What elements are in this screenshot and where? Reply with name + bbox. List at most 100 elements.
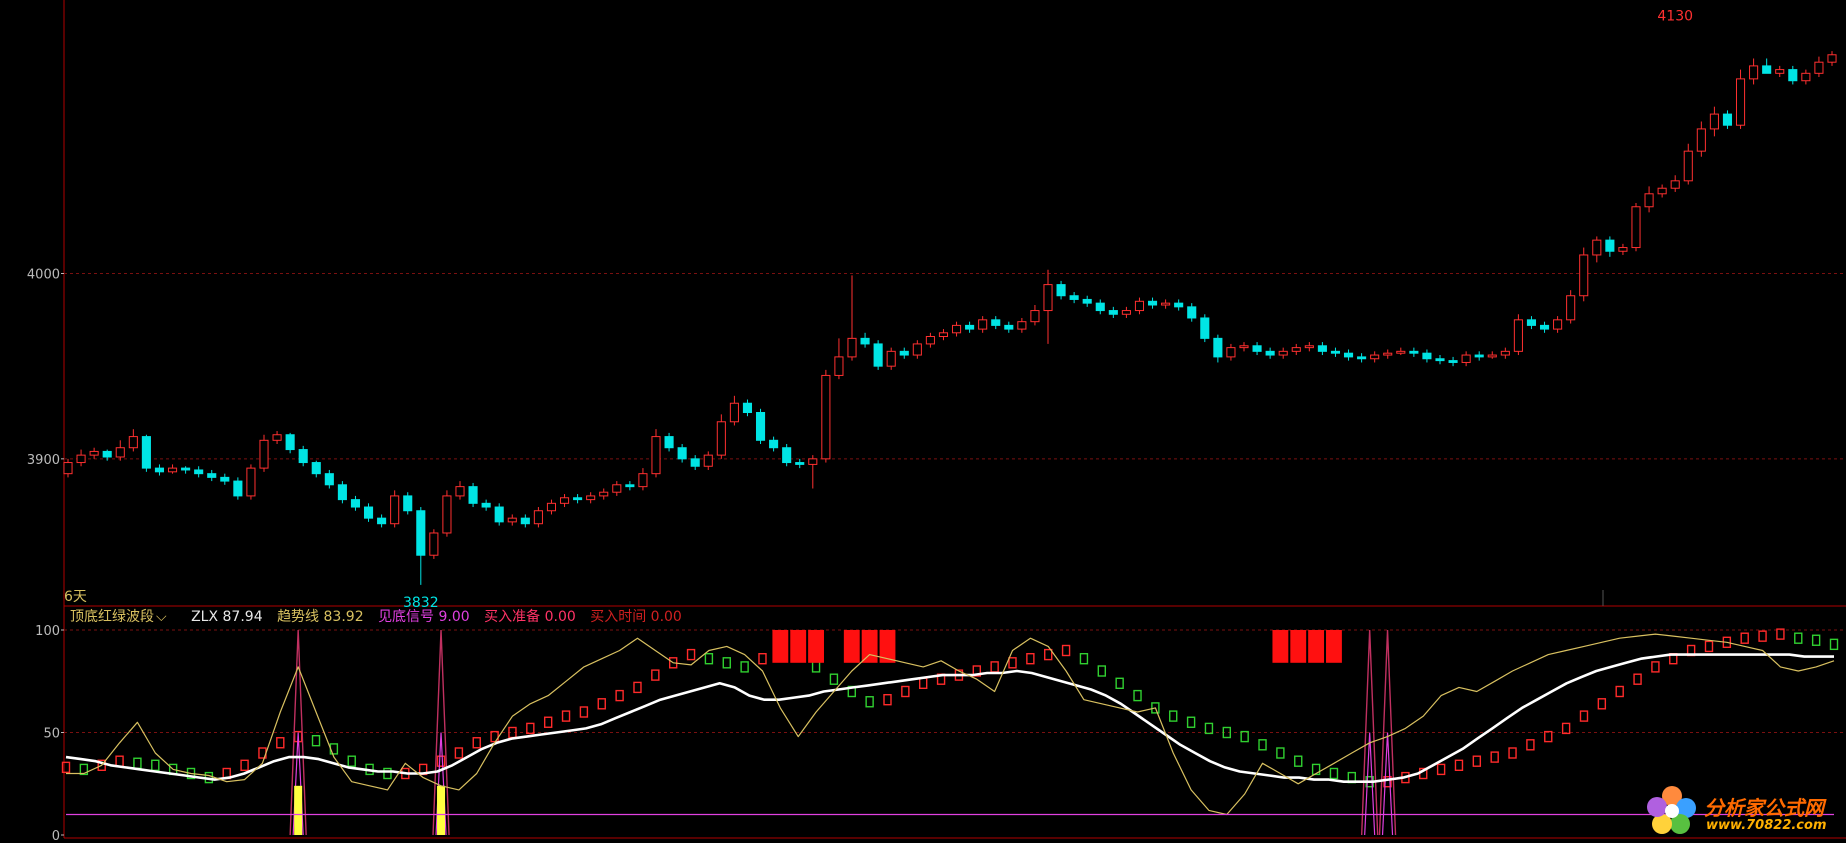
candlestick-series[interactable] — [63, 51, 1837, 585]
legend-buy-ready-label: 买入准备 — [484, 609, 541, 625]
candle-body — [128, 436, 138, 449]
band-segment — [383, 767, 392, 780]
candle-body — [507, 517, 517, 523]
candle-body — [141, 436, 151, 469]
band-segment — [722, 657, 731, 669]
top-signal-bar — [772, 630, 789, 663]
candle-body — [546, 502, 557, 512]
band-segment — [543, 716, 553, 728]
candle-body — [115, 447, 125, 458]
candle-body — [1304, 345, 1314, 349]
candle-body — [1566, 295, 1576, 321]
chart-canvas: 3900400041303832 050100 — [27, 0, 1846, 843]
candle-body — [181, 467, 191, 471]
candle-body — [638, 473, 648, 488]
candle-body — [533, 510, 543, 525]
band-segment — [1329, 767, 1339, 780]
candle-body — [1605, 239, 1615, 252]
band-segment — [1186, 716, 1196, 728]
candle-body — [1200, 317, 1210, 339]
candle-body — [1265, 350, 1275, 356]
candle-body — [1696, 128, 1706, 152]
candle-body — [1670, 180, 1680, 189]
band-segment — [472, 737, 481, 749]
candle-body — [860, 337, 870, 345]
top-signal-bar — [1326, 630, 1342, 663]
candle-body — [612, 484, 622, 493]
candle-body — [1618, 247, 1628, 252]
candle-body — [716, 421, 726, 456]
top-signal-bar — [843, 630, 860, 663]
candle-body — [1435, 358, 1445, 362]
band-segment — [1758, 630, 1767, 642]
band-segment — [561, 710, 571, 722]
band-segment — [811, 661, 821, 673]
band-segment — [1436, 763, 1446, 776]
period-label: 6天 — [64, 589, 87, 605]
watermark-logo: 分析家公式网 www.70822.com — [1644, 782, 1844, 840]
candle-body — [1004, 324, 1014, 330]
candle-body — [925, 336, 935, 345]
candle-body — [808, 458, 818, 465]
candle-body — [1134, 300, 1145, 312]
candle-body — [1213, 337, 1223, 358]
band-segment — [1097, 665, 1106, 677]
band-segment — [115, 755, 124, 767]
candle-body — [1775, 69, 1785, 74]
candle-body — [1370, 354, 1380, 360]
candle-body — [1082, 298, 1092, 304]
candle-body — [965, 324, 975, 330]
candle-body — [821, 374, 831, 460]
candle-body — [1317, 345, 1327, 352]
indicator-name-dropdown[interactable]: 顶底红绿波段 ⌵ — [70, 609, 181, 625]
flower-logo-icon — [1647, 786, 1696, 834]
candle-body — [167, 467, 178, 473]
indicator-tick-label: 100 — [35, 624, 60, 639]
candle-body — [1343, 352, 1354, 358]
band-segment — [1169, 710, 1178, 722]
price-extreme-label: 4130 — [1657, 9, 1693, 25]
legend-trend: 趋势线 83.92 — [277, 609, 364, 625]
indicator-tick-label: 0 — [52, 829, 60, 843]
indicator-legend: 顶底红绿波段 ⌵ ZLX 87.94 趋势线 83.92 见底信号 9.00 买入… — [70, 606, 692, 625]
band-segment — [454, 747, 464, 759]
legend-zlx-label: ZLX — [191, 609, 219, 625]
candle-body — [729, 402, 739, 423]
legend-buy-ready-value: 0.00 — [544, 609, 576, 625]
band-segment — [1115, 677, 1124, 689]
legend-bottom-signal-label: 见底信号 — [378, 609, 435, 625]
candle-body — [1749, 65, 1759, 80]
legend-zlx: ZLX 87.94 — [191, 609, 263, 625]
legend-buy-time: 买入时间 0.00 — [590, 609, 682, 625]
band-segment — [758, 653, 767, 665]
band-segment — [1794, 632, 1803, 644]
candle-body — [1239, 345, 1249, 349]
band-segment — [883, 694, 892, 706]
band-segment — [829, 673, 839, 685]
band-segment — [276, 737, 285, 749]
band-segment — [1544, 730, 1553, 743]
band-segment — [1044, 648, 1053, 661]
bottom-buy-bar — [294, 785, 303, 835]
legend-bottom-signal: 见底信号 9.00 — [378, 609, 470, 625]
candle-body — [102, 450, 112, 458]
candle-body — [991, 319, 1001, 326]
band-segment — [347, 755, 356, 767]
band-segment — [1615, 685, 1624, 698]
band-segment — [633, 681, 642, 694]
band-segment — [1079, 653, 1089, 665]
candle-body — [1409, 350, 1419, 354]
band-segment — [1526, 739, 1535, 751]
candle-body — [873, 343, 883, 367]
candle-body — [1539, 324, 1550, 330]
candle-body — [233, 480, 243, 497]
indicator-axis: 0 50 100 — [35, 624, 64, 843]
band-segment — [1508, 747, 1517, 759]
band-segment — [919, 677, 928, 689]
band-segment — [704, 653, 714, 665]
candle-body — [1735, 78, 1746, 126]
candle-body — [1383, 352, 1393, 356]
candle-body — [76, 454, 86, 464]
main-price-axis: 3900400041303832 — [27, 9, 1693, 611]
candle-body — [978, 319, 988, 330]
